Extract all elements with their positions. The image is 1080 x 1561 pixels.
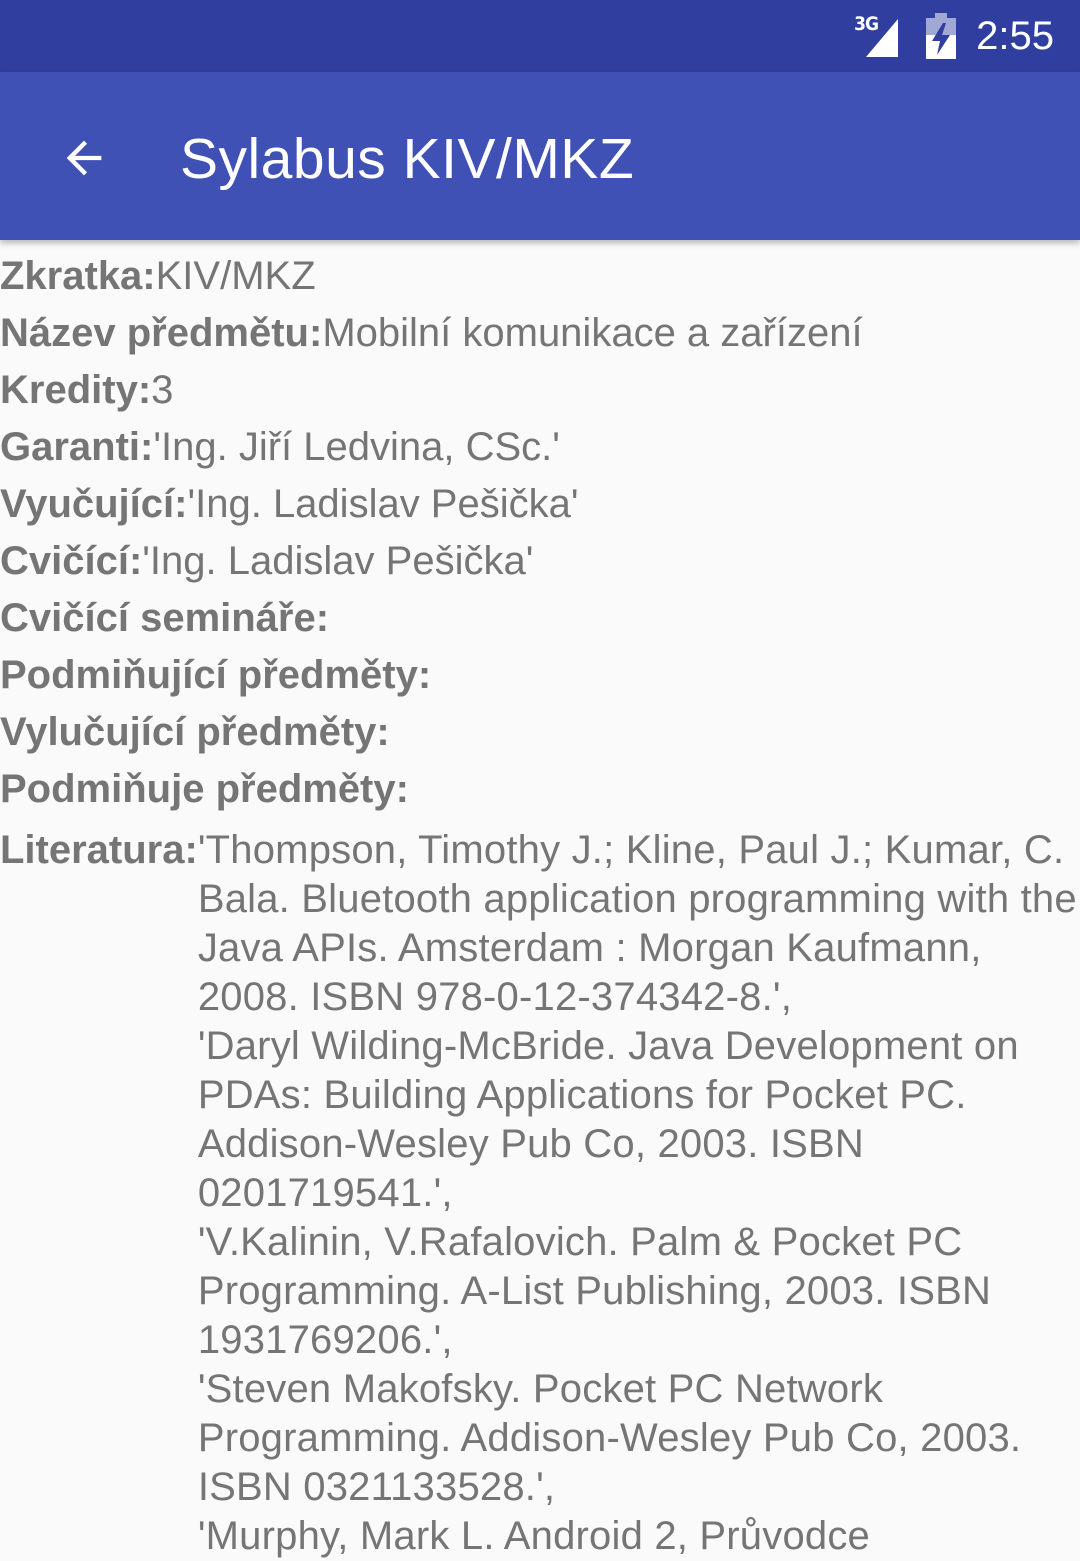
app-bar: Sylabus KIV/MKZ [0,72,1080,240]
status-bar: 3G 2:55 [0,0,1080,72]
field-label: Garanti: [0,425,154,469]
field-value: Mobilní komunikace a zařízení [322,311,863,355]
field-value: 3 [151,368,174,412]
field-value: 'Ing. Jiří Ledvina, CSc.' [153,425,560,469]
field-literatura: Literatura: 'Thompson, Timothy J.; Kline… [0,826,1080,1561]
field-value: KIV/MKZ [155,254,316,298]
battery-charging-icon [926,13,957,59]
field-label: Cvičící: [0,539,143,583]
arrow-back-icon [66,140,102,176]
field-cvicici: Cvičící: 'Ing. Ladislav Pešička' [0,533,1080,590]
field-value: 'Ing. Ladislav Pešička' [142,539,534,583]
field-nazev: Název předmětu: Mobilní komunikace a zař… [0,305,1080,362]
field-label: Podmiňující předměty: [0,653,432,697]
field-cvicici-seminare: Cvičící semináře: [0,590,1080,647]
field-label: Kredity: [0,368,152,412]
field-zkratka: Zkratka: KIV/MKZ [0,248,1080,305]
signal-icon [866,19,899,57]
field-label: Vylučující předměty: [0,710,390,754]
field-label: Literatura: [0,828,198,872]
clock: 2:55 [976,13,1054,58]
field-label: Podmiňuje předměty: [0,767,409,811]
literature-entry: 'Daryl Wilding-McBride. Java Development… [197,1024,1019,1215]
field-label: Zkratka: [0,254,156,298]
field-vylucujici: Vylučující předměty: [0,704,1080,761]
status-icons: 3G 2:55 [852,0,1054,72]
literature-entry: 'Thompson, Timothy J.; Kline, Paul J.; K… [197,828,1077,1019]
field-label: Název předmětu: [0,311,323,355]
field-label: Cvičící semináře: [0,596,330,640]
field-garanti: Garanti: 'Ing. Jiří Ledvina, CSc.' [0,419,1080,476]
signal-indicator: 3G [852,11,912,61]
page-title: Sylabus KIV/MKZ [180,127,635,191]
field-vyucujici: Vyučující: 'Ing. Ladislav Pešička' [0,476,1080,533]
literature-entry: 'V.Kalinin, V.Rafalovich. Palm & Pocket … [197,1220,992,1362]
field-value: 'Ing. Ladislav Pešička' [187,482,579,526]
field-kredity: Kredity: 3 [0,362,1080,419]
back-button[interactable] [52,126,116,190]
syllabus-details: Zkratka: KIV/MKZ Název předmětu: Mobilní… [0,248,1080,1561]
field-podminujici: Podmiňující předměty: [0,647,1080,704]
field-label: Vyučující: [0,482,188,526]
field-podminuje: Podmiňuje předměty: [0,761,1080,818]
literature-list: 'Thompson, Timothy J.; Kline, Paul J.; K… [198,826,1080,1561]
literature-entry: 'Steven Makofsky. Pocket PC Network Prog… [197,1367,1022,1509]
